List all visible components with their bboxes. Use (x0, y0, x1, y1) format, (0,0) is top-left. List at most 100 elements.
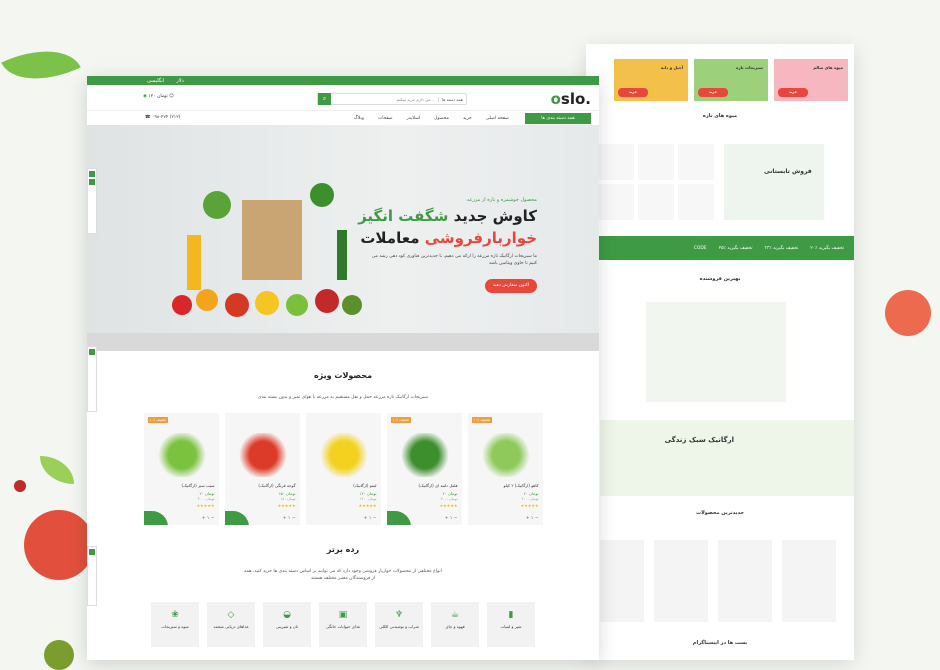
language-select[interactable]: انگلیسی (147, 78, 164, 84)
main-page-preview: انگلیسی دلار oslo. ⌕ من دارم خرید میکنم.… (87, 76, 599, 660)
banner-button[interactable]: خرید (698, 88, 728, 97)
floating-toolbar[interactable] (87, 346, 97, 412)
quantity-stepper[interactable]: + ۱ − (445, 516, 458, 521)
fruit-grid (598, 144, 714, 220)
nav-link[interactable]: محصول (434, 116, 449, 121)
banner[interactable]: آجیل و دانه خرید (614, 59, 688, 101)
discount-badge: ۱۰٪ تخفیف (471, 417, 492, 423)
product-card[interactable]: لیمو (ارگانیک) ۱۲۰ تومان ۱۴۰۰ تومان ★★★★★ + … (305, 413, 381, 525)
product-tile[interactable] (638, 144, 674, 180)
banner-button[interactable]: خرید (778, 88, 808, 97)
phone-icon: ☎ (145, 115, 151, 120)
lettuce-image (479, 433, 532, 477)
product-card[interactable]: ۱۰٪ تخفیف کاهو (ارگانیک) ۲ کیلو ۲۰ تومان ۳۰… (467, 413, 543, 525)
category-item[interactable]: ♆ شراب و نوشیدنی الکلی (375, 602, 423, 647)
nav-link[interactable]: اسلایدر (407, 116, 421, 121)
nav-links: صفحه اصلی خرید محصول اسلایدر صفحات وبلاگ (354, 116, 509, 121)
quantity-stepper[interactable]: + ۱ − (526, 516, 539, 521)
toolbar-icon[interactable] (89, 349, 95, 355)
discount-badge: ۱۰٪ تخفیف (147, 417, 168, 423)
top-categories-subtitle: انواع مختلفی از محصولات خواربار فروشی وج… (244, 569, 442, 581)
card-wave (224, 511, 249, 525)
category-item[interactable]: ▣ غذای حیوانات خانگی (319, 602, 367, 647)
category-item[interactable]: ▮ شیر و لبنیات (487, 602, 535, 647)
hero-eyebrow: محصول خوشمزه و تازه از مزرعه (466, 197, 537, 203)
summer-promo[interactable]: فروش تابستانی (724, 144, 824, 220)
deal-cards[interactable] (646, 302, 786, 402)
product-tile[interactable] (598, 184, 634, 220)
card-wave (143, 511, 168, 525)
floating-toolbar[interactable] (87, 546, 97, 606)
logo[interactable]: oslo. (551, 90, 591, 108)
user-icon[interactable]: ☺ (169, 94, 174, 99)
product-tile[interactable] (638, 184, 674, 220)
apple-image (155, 433, 208, 477)
grocery-bag-image (172, 183, 362, 317)
product-card[interactable]: گوجه فرنگی (ارگانیک) ۱۵۰ تومان ۱۸۰ تومان ★★… (224, 413, 300, 525)
vegetables-icon: ❀ (171, 610, 179, 620)
product-tile[interactable] (782, 540, 836, 622)
nav-link[interactable]: خرید (463, 116, 472, 121)
banner[interactable]: میوه های سالم خرید (774, 59, 848, 101)
rating-stars: ★★★★★ (439, 503, 458, 508)
category-item[interactable]: ☕ قهوه و چای (431, 602, 479, 647)
product-tile[interactable] (598, 144, 634, 180)
product-tile[interactable] (600, 540, 644, 622)
milk-icon: ▮ (508, 610, 514, 620)
wine-icon: ♆ (394, 610, 404, 620)
search-icon[interactable]: ⌕ (318, 93, 331, 105)
banner-button[interactable]: خرید (618, 88, 648, 97)
currency-select[interactable]: دلار (176, 78, 184, 84)
search-category-select[interactable]: همه دسته ها (438, 96, 466, 102)
tomato-decoration (24, 510, 94, 580)
toolbar-icon[interactable] (89, 549, 95, 555)
quantity-stepper[interactable]: + ۱ − (202, 516, 215, 521)
seafood-icon: ◇ (227, 610, 235, 620)
product-tile[interactable] (678, 144, 714, 180)
product-card[interactable]: ۱۰٪ تخفیف سیب سبز (ارگانیک) ۲۰ تومان ۳۰۰۰ ت… (143, 413, 219, 525)
featured-products: ۱۰٪ تخفیف کاهو (ارگانیک) ۲ کیلو ۲۰ تومان ۳۰… (87, 413, 599, 525)
category-item[interactable]: ◇ غذاهای دریایی منجمد (207, 602, 255, 647)
product-tile[interactable] (718, 540, 772, 622)
rating-stars: ★★★★★ (520, 503, 539, 508)
toolbar-icon[interactable] (89, 179, 95, 185)
product-card[interactable]: ۱۰٪ تخفیف فلفل دلمه ای (ارگانیک) ۲۰ تومان ۳… (386, 413, 462, 525)
section-title: پست ها در اینستاگرام (692, 640, 748, 646)
leaf-decoration (40, 456, 74, 484)
banner-row: آجیل و دانه خرید سبزیجات تازه خرید میوه ها… (586, 44, 854, 101)
pet-food-icon: ▣ (338, 610, 348, 620)
main-nav: همه دسته بندی ها صفحه اصلی خرید محصول اس… (87, 111, 599, 125)
discount-stripe: CODE ۲۵٪ تخفیف بگیرید ۳۳٪ تخفیف بگیرید ۲… (586, 236, 854, 260)
section-title: میوه های تازه (702, 113, 738, 119)
floating-toolbar[interactable] (87, 168, 97, 234)
nav-link[interactable]: وبلاگ (354, 116, 364, 121)
order-now-button[interactable]: اکنون سفارش دهید (485, 279, 537, 293)
nav-link[interactable]: صفحه اصلی (486, 116, 509, 121)
tomato-image (236, 433, 289, 477)
coffee-icon: ☕ (450, 610, 460, 620)
olive-decoration (44, 640, 74, 670)
quantity-stepper[interactable]: + ۱ − (364, 516, 377, 521)
rating-stars: ★★★★★ (358, 503, 377, 508)
tomato-decoration (885, 290, 931, 336)
all-categories-button[interactable]: همه دسته بندی ها (525, 113, 591, 124)
hero-banner: محصول خوشمزه و تازه از مزرعه کاوش جدید ش… (87, 125, 599, 351)
banner[interactable]: سبزیجات تازه خرید (694, 59, 768, 101)
toolbar-icon[interactable] (89, 171, 95, 177)
product-tile[interactable] (654, 540, 708, 622)
category-item[interactable]: ◒ نان و شیرینی (263, 602, 311, 647)
top-bar: انگلیسی دلار (87, 76, 599, 85)
quantity-stepper[interactable]: + ۱ − (283, 516, 296, 521)
search-bar: ⌕ من دارم خرید میکنم... همه دسته ها (317, 93, 467, 105)
section-title: جدیدترین محصولات (696, 510, 744, 516)
nav-link[interactable]: صفحات (378, 116, 393, 121)
discount-badge: ۱۰٪ تخفیف (390, 417, 411, 423)
cart-icon[interactable]: ◉ (143, 94, 147, 99)
lemon-image (317, 433, 370, 477)
cart-info[interactable]: ◉ ۱۲۰ تومان ☺ (143, 94, 174, 99)
featured-title: محصولات ویژه (313, 371, 373, 380)
bread-icon: ◒ (283, 610, 291, 620)
category-item[interactable]: ❀ میوه و سبزیجات (151, 602, 199, 647)
search-input[interactable]: من دارم خرید میکنم... (331, 97, 438, 102)
product-tile[interactable] (678, 184, 714, 220)
